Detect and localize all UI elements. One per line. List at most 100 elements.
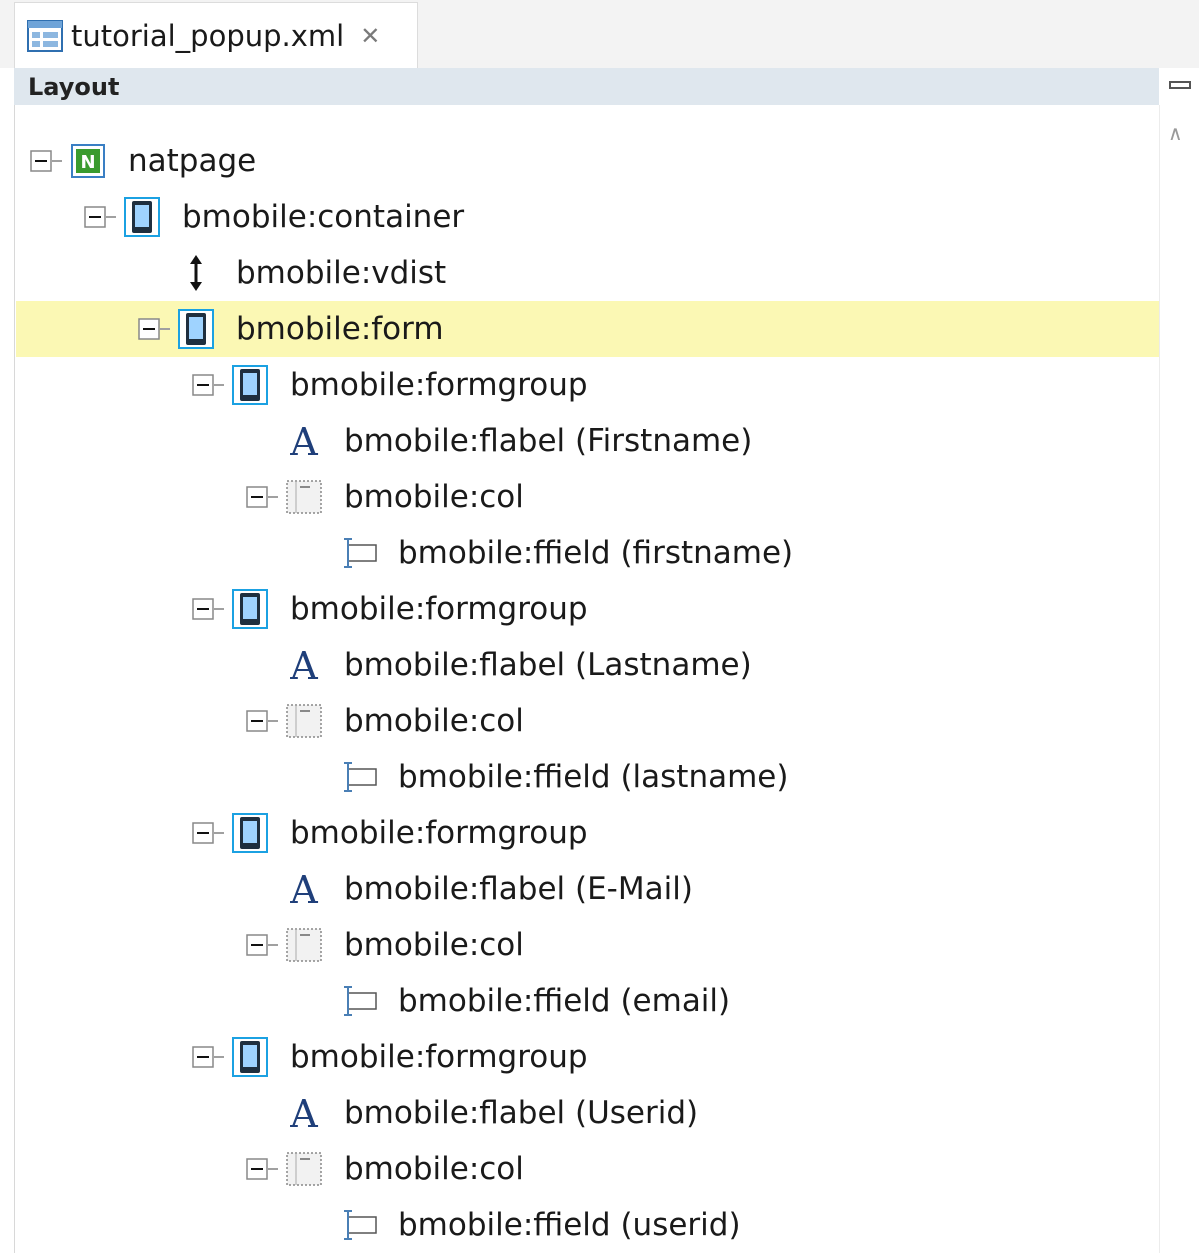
collapse-icon[interactable] <box>192 598 214 620</box>
tree-item[interactable]: bmobile:ffield (email) <box>16 973 1160 1029</box>
tree-item[interactable]: bmobile:col <box>16 1141 1160 1197</box>
tree-item[interactable]: bmobile:col <box>16 917 1160 973</box>
tree-item-label: bmobile:col <box>344 703 524 739</box>
container-icon <box>230 365 270 405</box>
tree-connector <box>106 216 116 218</box>
editor-tab[interactable]: tutorial_popup.xml ✕ <box>14 2 418 68</box>
collapse-icon[interactable] <box>192 374 214 396</box>
collapse-icon[interactable] <box>138 318 160 340</box>
tree-item-label: bmobile:flabel (Lastname) <box>344 647 752 683</box>
collapse-icon[interactable] <box>192 822 214 844</box>
tree-item-label: bmobile:form <box>236 311 444 347</box>
tree-item-label: bmobile:col <box>344 1151 524 1187</box>
collapse-icon[interactable] <box>246 486 268 508</box>
tree-connector <box>214 384 224 386</box>
tree-connector <box>214 608 224 610</box>
layout-tree: Nnatpage bmobile:container bmobile:vdist bm… <box>14 105 1160 1253</box>
label-icon: A <box>284 421 324 461</box>
tree-item-label: bmobile:formgroup <box>290 1039 588 1075</box>
tree-item[interactable]: Nnatpage <box>16 133 1160 189</box>
minimize-icon <box>1169 81 1191 89</box>
tree-item[interactable]: bmobile:container <box>16 189 1160 245</box>
tree-item-label: bmobile:flabel (Userid) <box>344 1095 699 1131</box>
collapse-icon[interactable] <box>246 934 268 956</box>
tree-item-label: bmobile:col <box>344 927 524 963</box>
tree-item[interactable]: Abmobile:flabel (E-Mail) <box>16 861 1160 917</box>
container-icon <box>122 197 162 237</box>
tree-item-label: natpage <box>128 143 257 179</box>
panel-title: Layout <box>28 72 120 101</box>
tree-connector <box>52 160 62 162</box>
label-icon: A <box>284 1093 324 1133</box>
minimize-button[interactable] <box>1165 70 1195 100</box>
svg-text:A: A <box>289 421 318 461</box>
tree-item[interactable]: Abmobile:flabel (Firstname) <box>16 413 1160 469</box>
tree-item[interactable]: bmobile:col <box>16 693 1160 749</box>
layout-editor-window: tutorial_popup.xml ✕ Layout Nnatpage bmob… <box>0 0 1199 1253</box>
tree-item[interactable]: bmobile:formgroup <box>16 1029 1160 1085</box>
svg-text:A: A <box>289 869 318 909</box>
tree-item[interactable]: bmobile:formgroup <box>16 805 1160 861</box>
column-icon <box>284 925 324 965</box>
tree-item[interactable]: Abmobile:flabel (Userid) <box>16 1085 1160 1141</box>
tree-item-label: bmobile:flabel (E-Mail) <box>344 871 693 907</box>
column-icon <box>284 1149 324 1189</box>
tree-item[interactable]: Abmobile:flabel (Lastname) <box>16 637 1160 693</box>
tree-item[interactable]: bmobile:form <box>16 301 1160 357</box>
tree-item-label: bmobile:vdist <box>236 255 447 291</box>
tree-item[interactable]: bmobile:ffield (lastname) <box>16 749 1160 805</box>
tree-connector <box>160 328 170 330</box>
label-icon: A <box>284 645 324 685</box>
tree-item-label: bmobile:ffield (userid) <box>398 1207 741 1243</box>
tree-item-label: bmobile:formgroup <box>290 815 588 851</box>
xml-layout-file-icon <box>27 19 63 52</box>
text-field-icon <box>338 981 378 1021</box>
text-field-icon <box>338 533 378 573</box>
container-icon <box>230 813 270 853</box>
tree-item-label: bmobile:formgroup <box>290 367 588 403</box>
tree-item[interactable]: bmobile:ffield (firstname) <box>16 525 1160 581</box>
tree-item-label: bmobile:formgroup <box>290 591 588 627</box>
collapse-icon[interactable] <box>246 1158 268 1180</box>
tree-item-label: bmobile:flabel (Firstname) <box>344 423 753 459</box>
tree-item[interactable]: bmobile:ffield (userid) <box>16 1197 1160 1253</box>
close-icon[interactable]: ✕ <box>360 24 380 48</box>
svg-text:N: N <box>80 152 95 173</box>
container-icon <box>230 589 270 629</box>
svg-text:A: A <box>289 1093 318 1133</box>
tree-item-label: bmobile:ffield (lastname) <box>398 759 789 795</box>
tree-item-label: bmobile:col <box>344 479 524 515</box>
tree-connector <box>214 1056 224 1058</box>
text-field-icon <box>338 757 378 797</box>
column-icon <box>284 701 324 741</box>
tree-item-label: bmobile:ffield (firstname) <box>398 535 794 571</box>
collapse-icon[interactable] <box>30 150 52 172</box>
tree-item[interactable]: bmobile:formgroup <box>16 581 1160 637</box>
vertical-scrollbar[interactable]: ∧ <box>1159 105 1199 1253</box>
tree-item[interactable]: bmobile:formgroup <box>16 357 1160 413</box>
collapse-icon[interactable] <box>246 710 268 732</box>
column-icon <box>284 477 324 517</box>
vertical-distance-icon <box>176 253 216 293</box>
tree-item[interactable]: bmobile:col <box>16 469 1160 525</box>
container-icon <box>230 1037 270 1077</box>
svg-text:A: A <box>289 645 318 685</box>
container-icon <box>176 309 216 349</box>
natpage-icon: N <box>68 141 108 181</box>
tree-connector <box>268 944 278 946</box>
tree-item-label: bmobile:ffield (email) <box>398 983 731 1019</box>
text-field-icon <box>338 1205 378 1245</box>
tree-item-label: bmobile:container <box>182 199 465 235</box>
tree-connector <box>268 720 278 722</box>
tree-connector <box>268 496 278 498</box>
label-icon: A <box>284 869 324 909</box>
scroll-up-icon[interactable]: ∧ <box>1168 123 1183 143</box>
collapse-icon[interactable] <box>192 1046 214 1068</box>
editor-tab-title: tutorial_popup.xml <box>71 18 345 53</box>
tree-item[interactable]: bmobile:vdist <box>16 245 1160 301</box>
tree-connector <box>214 832 224 834</box>
editor-tab-strip: tutorial_popup.xml ✕ <box>0 0 1199 68</box>
tree-connector <box>268 1168 278 1170</box>
layout-panel-header: Layout <box>14 68 1159 105</box>
collapse-icon[interactable] <box>84 206 106 228</box>
